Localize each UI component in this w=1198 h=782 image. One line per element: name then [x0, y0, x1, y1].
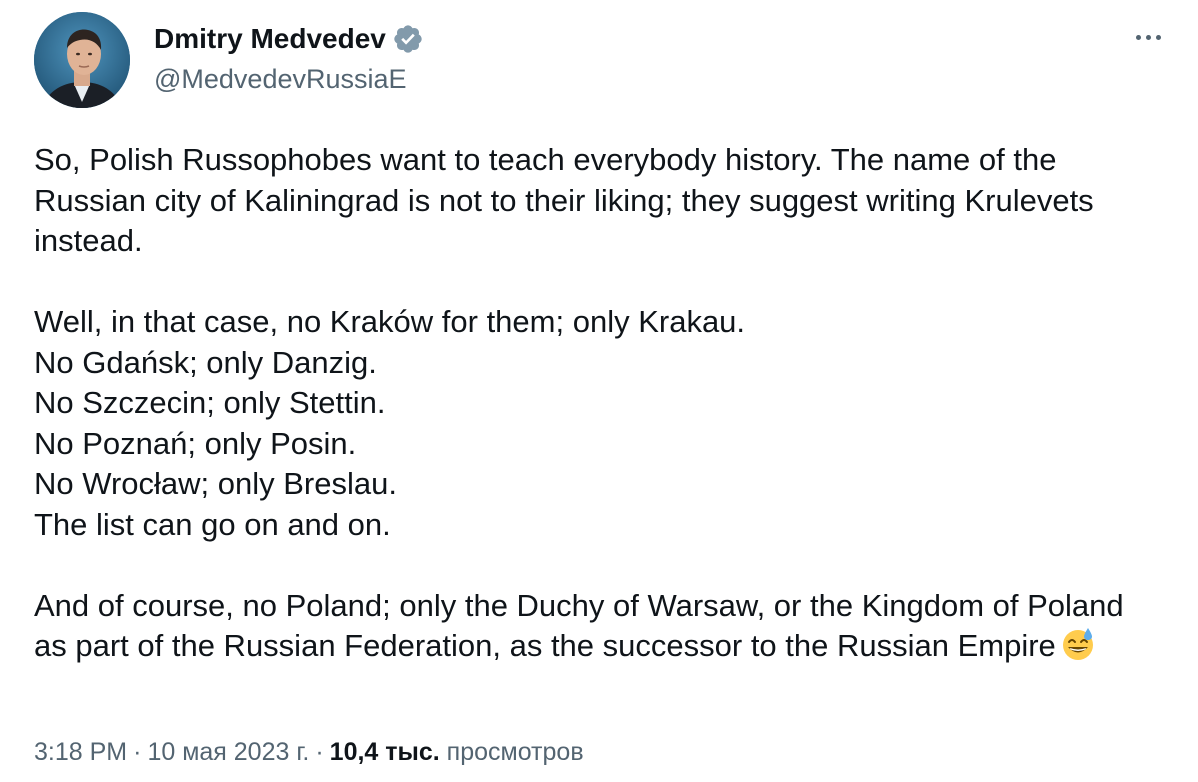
avatar[interactable] [34, 12, 130, 108]
tweet-line: No Szczecin; only Stettin. [34, 385, 386, 420]
more-options-icon [1155, 34, 1161, 40]
tweet-time[interactable]: 3:18 PM [34, 738, 127, 766]
tweet-line: Well, in that case, no Kraków for them; … [34, 304, 746, 339]
author-display-name[interactable]: Dmitry Medvedev [154, 22, 386, 56]
tweet-line: So, Polish Russophobes want to teach eve… [34, 142, 1094, 258]
tweet-line-last: And of course, no Poland; only the Duchy… [34, 586, 1164, 667]
meta-separator: · [315, 738, 324, 766]
author-name-row: Dmitry Medvedev [154, 22, 424, 56]
more-options-button[interactable] [1128, 22, 1168, 52]
more-options-icon [1135, 34, 1141, 40]
views-count[interactable]: 10,4 тыс. [330, 738, 440, 766]
verified-badge-icon[interactable] [392, 23, 424, 55]
views-label: просмотров [446, 738, 584, 766]
tweet-line: And of course, no Poland; only the Duchy… [34, 587, 1124, 664]
avatar-photo-icon [34, 12, 130, 108]
tweet-text: So, Polish Russophobes want to teach eve… [34, 140, 1164, 667]
tweet-date[interactable]: 10 мая 2023 г. [147, 738, 309, 766]
more-options-icon [1145, 34, 1151, 40]
tweet-line: No Poznań; only Posin. [34, 425, 357, 461]
tweet-line: No Wrocław; only Breslau. [34, 466, 397, 501]
grinning-sweat-emoji-icon [1060, 626, 1096, 662]
tweet-line: The list can go on and on. [34, 506, 391, 542]
tweet: Dmitry Medvedev @MedvedevRussiaE So, Pol… [0, 0, 1198, 782]
tweet-meta: 3:18 PM · 10 мая 2023 г. · 10,4 тыс. просмот… [34, 735, 584, 769]
tweet-line: No Gdańsk; only Danzig. [34, 344, 377, 380]
meta-separator: · [133, 738, 142, 766]
author-handle[interactable]: @MedvedevRussiaE [154, 62, 407, 96]
